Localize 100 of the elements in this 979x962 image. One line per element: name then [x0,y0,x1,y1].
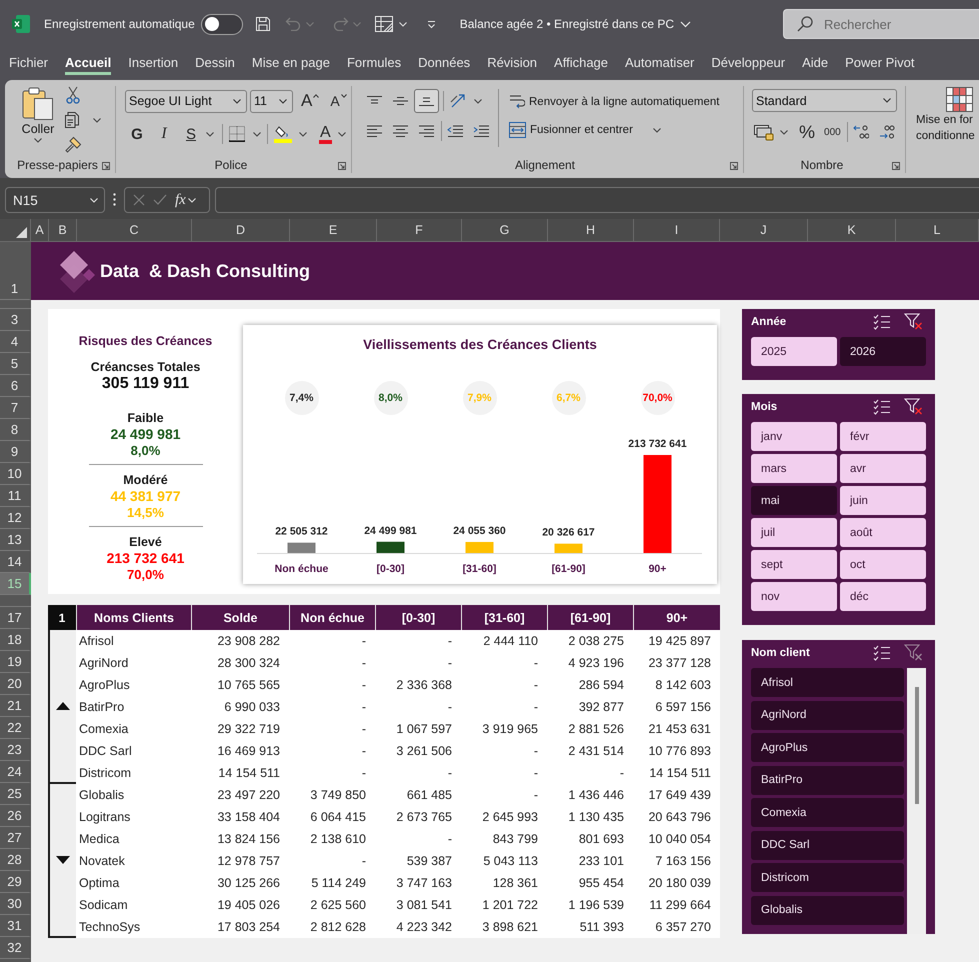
scroll-down-button[interactable] [48,784,76,938]
caret-down-icon[interactable] [340,94,347,98]
copy-icon[interactable] [64,111,80,129]
table-grid-icon[interactable] [374,16,393,32]
chevron-down-icon[interactable] [680,20,692,28]
grow-font-button[interactable]: A [298,89,322,113]
ribbon-tab[interactable]: Affichage [554,48,608,75]
caret-icon[interactable] [299,132,307,136]
slicer-item[interactable]: oct [840,550,926,579]
slicer-item[interactable]: AgroPlus [751,733,904,762]
sheet-column-header[interactable]: K [808,219,896,241]
slicer-item[interactable]: nov [751,582,837,611]
slicer-item[interactable]: Comexia [751,798,904,827]
slicer-item[interactable]: janv [751,422,837,451]
search-box[interactable]: Rechercher [783,9,979,39]
sheet-column-header[interactable]: J [720,219,808,241]
sheet-column-header[interactable]: A [31,219,49,241]
funnel-x-icon[interactable] [904,313,923,330]
merge-center-button[interactable]: Fusionner et centrer [509,122,633,138]
funnel-x-icon[interactable] [904,398,923,415]
sheet-column-header[interactable]: G [462,219,548,241]
sheet-column-header[interactable]: H [548,219,634,241]
sheet-column-header[interactable]: E [290,219,377,241]
ribbon-tab[interactable]: Formules [346,48,402,75]
slicer-item[interactable]: Globalis [751,896,904,924]
caret-icon[interactable] [93,118,101,122]
insert-function-button[interactable]: fx [175,192,186,208]
checklist-icon[interactable] [873,314,891,330]
slicer-item[interactable]: Afrisol [751,668,904,697]
sheet-row-header[interactable]: 15 [0,573,31,595]
ribbon-tab[interactable]: Accueil [65,48,112,75]
ribbon-tab[interactable]: Révision [487,48,538,75]
font-name-dropdown[interactable]: Segoe UI Light [125,90,247,112]
caret-icon[interactable] [279,98,287,104]
slicer-item[interactable]: juin [840,486,926,515]
checklist-icon[interactable] [873,398,891,414]
vertical-align-button[interactable] [414,89,439,113]
bar-chevron-icon[interactable] [426,20,436,28]
wrap-text-button[interactable]: Renvoyer à la ligne automatiquement [509,94,720,110]
slicer-item[interactable]: avr [840,454,926,483]
save-icon[interactable] [254,16,271,32]
slicer-item[interactable]: AgriNord [751,700,904,730]
paintbrush-icon[interactable] [64,136,82,154]
italic-button[interactable]: I [152,122,176,146]
sheet-column-header[interactable]: B [49,219,77,241]
search-field[interactable]: Rechercher [824,16,964,32]
arrow-right-circles-icon[interactable] [878,124,895,140]
corner-arrow-icon[interactable] [730,162,738,170]
slicer-item[interactable]: août [840,518,926,547]
shrink-font-button[interactable]: A [327,89,350,113]
scrollbar-thumb[interactable] [914,687,918,804]
ribbon-tab[interactable]: Power Pivot [845,48,915,75]
slicer-item[interactable]: sept [751,550,837,579]
decrease-indent-icon[interactable] [447,125,463,137]
caret-icon[interactable] [338,132,346,136]
underline-button[interactable]: S [179,122,203,146]
ribbon-tab[interactable]: Insertion [128,48,178,75]
sheet-column-header[interactable]: I [634,219,720,241]
font-size-dropdown[interactable]: 11 [250,90,293,112]
dotted-border-icon[interactable] [229,126,245,142]
slicer-item[interactable]: févr [840,422,926,451]
slicer-item[interactable]: mai [751,486,837,515]
slicer-item[interactable]: 2025 [751,337,837,366]
caret-icon[interactable] [652,128,661,132]
font-color-button[interactable]: A [319,124,332,144]
arrow-left-circles-icon[interactable] [852,124,869,140]
sheet-column-header[interactable]: D [192,219,290,241]
percent-button[interactable]: % [796,120,818,144]
document-title[interactable]: Balance agée 2 • Enregistré dans ce PC [460,17,674,31]
ribbon-tab[interactable]: Mise en page [252,48,330,75]
ribbon-tab[interactable]: Fichier [9,48,48,75]
caret-icon[interactable] [883,98,891,103]
autosave-toggle[interactable] [200,14,243,34]
checklist-icon[interactable] [873,644,891,660]
more-options-icon[interactable] [113,193,116,206]
slicer-item[interactable]: 2026 [840,337,926,366]
ribbon-tab[interactable]: Dessin [195,48,235,75]
paste-button[interactable]: Coller [15,86,61,158]
bold-button[interactable]: G [125,122,149,146]
thousands-button[interactable]: 000 [821,120,844,144]
scroll-up-button[interactable] [48,630,76,784]
conditional-formatting-label[interactable]: conditionne [916,128,979,144]
caret-icon[interactable] [34,138,42,143]
corner-arrow-icon[interactable] [102,162,110,170]
paint-bucket-icon[interactable] [274,125,292,143]
increase-indent-icon[interactable] [473,125,489,137]
sheet-column-header[interactable]: L [896,219,979,241]
slicer-item[interactable]: DDC Sarl [751,830,904,860]
slicer-item[interactable]: déc [840,582,926,611]
caret-icon[interactable] [474,98,482,104]
diagonal-arrow-icon[interactable] [450,93,466,109]
caret-icon[interactable] [253,132,261,136]
ribbon-tab[interactable]: Aide [802,48,828,75]
formula-input[interactable] [215,187,979,213]
corner-arrow-icon[interactable] [338,162,346,170]
color-grid-icon[interactable] [946,87,973,112]
align-middle-icon[interactable] [392,95,409,107]
caret-icon[interactable] [780,130,788,134]
slicer-item[interactable]: mars [751,454,837,483]
conditional-formatting-label[interactable]: Mise en for [916,112,979,128]
